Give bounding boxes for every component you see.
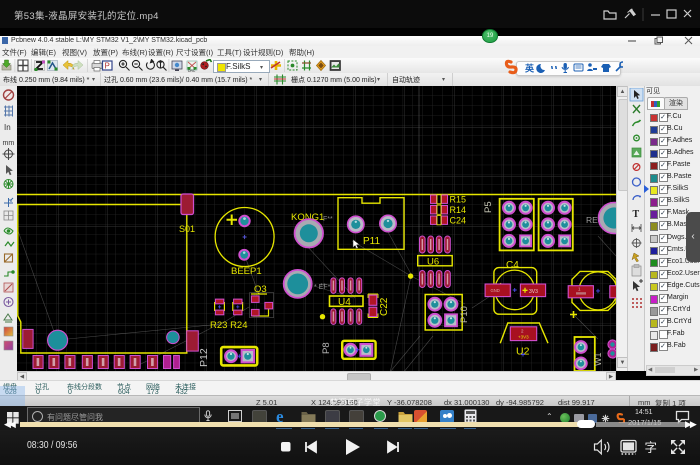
svg-text:P8: P8 [321, 342, 332, 354]
svg-text:S01: S01 [179, 224, 195, 234]
svg-text:T: T [633, 209, 640, 220]
svg-text:P5: P5 [483, 201, 494, 213]
svg-text:3V3: 3V3 [529, 289, 538, 295]
svg-text:**: ** [320, 283, 326, 290]
svg-text:P10: P10 [459, 306, 470, 323]
svg-text:W1: W1 [593, 353, 603, 367]
svg-text:P12: P12 [198, 348, 210, 367]
svg-text:R14: R14 [450, 205, 467, 215]
svg-text:Q3: Q3 [254, 284, 267, 295]
svg-text:RE: RE [586, 215, 598, 225]
svg-text:mm: mm [2, 140, 14, 147]
svg-text:BEEP1: BEEP1 [231, 266, 262, 277]
svg-text:DRC: DRC [188, 69, 196, 72]
svg-text:P: P [105, 62, 110, 71]
svg-text:C4: C4 [506, 260, 519, 271]
svg-text:R23 R24: R23 R24 [210, 320, 248, 331]
svg-text:英: 英 [524, 63, 535, 74]
svg-text:In: In [4, 123, 11, 132]
svg-text:P11: P11 [363, 236, 380, 247]
svg-text:U4: U4 [338, 297, 351, 308]
svg-text:C24: C24 [450, 216, 467, 226]
svg-text:F**: F** [323, 216, 333, 223]
svg-text:+3V3: +3V3 [518, 335, 529, 340]
svg-text:GND: GND [491, 288, 500, 293]
svg-text:U6: U6 [427, 257, 439, 268]
svg-text:字: 字 [645, 440, 658, 455]
svg-text:R15: R15 [450, 195, 467, 205]
svg-text:C22: C22 [379, 297, 390, 316]
